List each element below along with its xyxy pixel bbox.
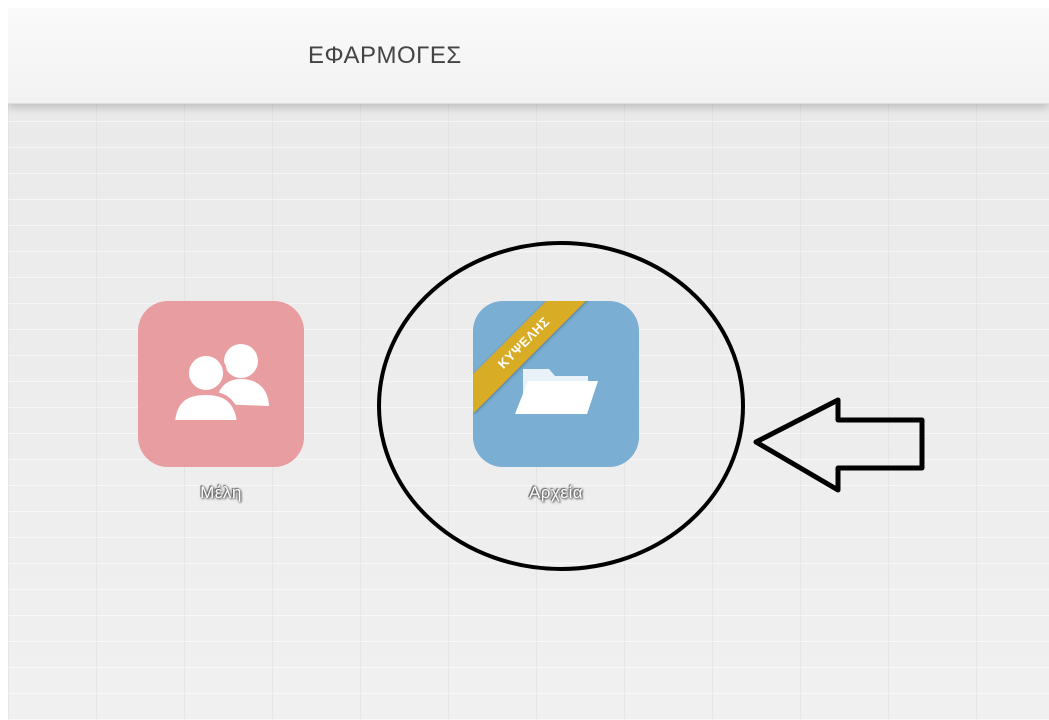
annotation-overlay: [377, 241, 925, 571]
circle-highlight: [377, 241, 745, 571]
arrow-pointer: [753, 397, 925, 493]
